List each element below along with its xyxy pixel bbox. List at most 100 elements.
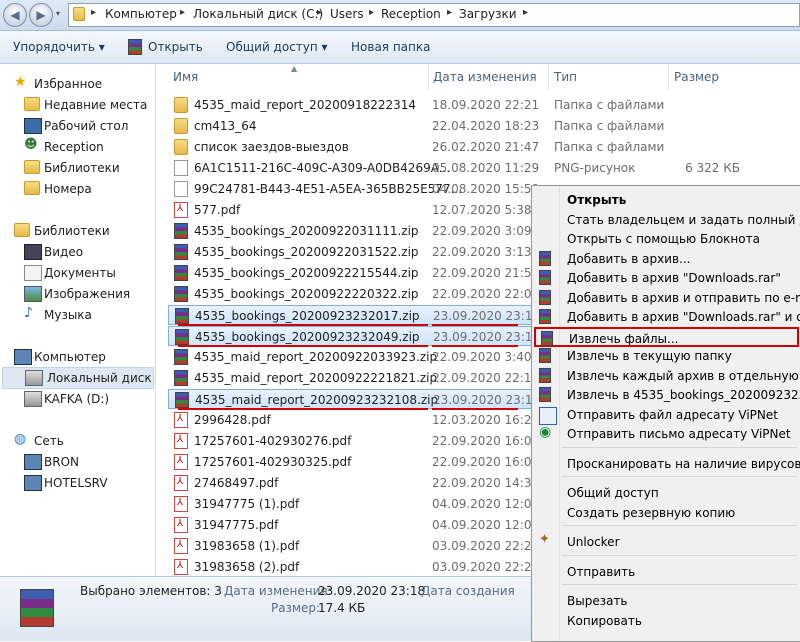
menu-item[interactable]: ◉ Отправить письмо адресату ViPNet: [534, 424, 799, 444]
file-name: 4535_maid_report_20200918222314: [194, 98, 417, 112]
column-divider[interactable]: [668, 64, 669, 90]
computer-icon: [24, 454, 42, 470]
rar-icon: [174, 244, 188, 260]
file-name: 4535_maid_report_20200923232108.zip: [195, 393, 439, 407]
file-name: 31983658 (1).pdf: [194, 539, 300, 553]
file-name: 27468497.pdf: [194, 476, 279, 490]
file-type: Папка с файлами: [554, 98, 665, 112]
history-dropdown-icon[interactable]: ▾: [56, 9, 60, 18]
crumb-computer[interactable]: Компьютер: [105, 7, 177, 21]
libraries-icon: [24, 160, 40, 174]
crumb-drive[interactable]: Локальный диск (C:): [193, 7, 323, 21]
file-date: 22.09.2020 3:13: [432, 245, 532, 259]
nav-local-disk-c[interactable]: Локальный диск (C: [2, 367, 155, 389]
menu-item[interactable]: Добавить в архив "Downloads.rar" и отпра…: [534, 307, 800, 327]
file-name: 4535_bookings_20200922031522.zip: [194, 245, 419, 259]
chevron-right-icon[interactable]: ▸: [317, 7, 322, 18]
menu-item[interactable]: Копировать: [534, 611, 799, 631]
rar-icon: [174, 286, 188, 302]
menu-item[interactable]: Открыть: [534, 190, 799, 210]
rar-icon: [539, 348, 551, 363]
vipnet-icon: [539, 406, 557, 425]
crumb-users[interactable]: Users: [330, 7, 364, 21]
menu-item[interactable]: Извлечь в текущую папку: [534, 346, 799, 366]
menu-item[interactable]: Извлечь файлы...: [534, 326, 799, 347]
chevron-right-icon[interactable]: ▸: [523, 7, 528, 18]
crumb-reception[interactable]: Reception: [381, 7, 441, 21]
file-row[interactable]: 4535_maid_report_20200918222314 18.09.202…: [168, 95, 788, 115]
pdf-icon: [174, 412, 188, 428]
breadcrumb[interactable]: ▸ Компьютер ▸ Локальный диск (C:) ▸ User…: [68, 3, 800, 27]
file-name: 4535_bookings_20200923232017.zip: [195, 309, 420, 323]
file-date: 22.09.2020 3:40: [432, 350, 532, 364]
menu-item[interactable]: Отправить: [534, 562, 799, 582]
chevron-right-icon[interactable]: ▸: [447, 7, 452, 18]
file-name: 4535_maid_report_20200922221821.zip: [194, 371, 438, 385]
menu-item[interactable]: Просканировать на наличие вирусов...: [534, 454, 800, 474]
chevron-right-icon[interactable]: ▸: [369, 7, 374, 18]
desktop-icon: [24, 118, 42, 134]
pdf-icon: [174, 475, 188, 491]
folder-icon: [174, 139, 188, 155]
column-divider[interactable]: [548, 64, 549, 90]
menu-item-label: Вырезать: [567, 594, 628, 608]
file-date: 22.09.2020 22:01: [432, 287, 540, 301]
share-button[interactable]: Общий доступ ▾: [226, 40, 328, 54]
menu-item[interactable]: Добавить в архив...: [534, 249, 799, 269]
file-date: 23.09.2020 23:19: [433, 330, 541, 344]
back-icon[interactable]: ◀: [3, 3, 27, 27]
rar-icon: [539, 289, 551, 305]
selected-count: Выбрано элементов: 3: [80, 584, 222, 598]
menu-item[interactable]: Извлечь в 4535_bookings_20200923232017\: [534, 385, 800, 405]
menu-item[interactable]: Общий доступ: [534, 483, 799, 503]
menu-item[interactable]: Добавить в архив и отправить по e-mail..…: [534, 288, 800, 308]
rar-icon: [539, 270, 551, 285]
column-header-date[interactable]: Дата изменения: [433, 70, 537, 84]
column-header-size[interactable]: Размер: [674, 70, 719, 84]
nav-label: Компьютер: [34, 350, 106, 364]
file-date: 23.09.2020 23:18: [433, 309, 541, 323]
nav-label: Библиотеки: [34, 224, 110, 238]
rar-icon: [539, 309, 551, 324]
file-date: 05.08.2020 11:29: [432, 161, 540, 175]
menu-item[interactable]: Стать владельцем и задать полный доступ: [534, 210, 800, 230]
menu-item[interactable]: Создать резервную копию: [534, 503, 799, 523]
column-header-type[interactable]: Тип: [554, 70, 577, 84]
pdf-icon: [174, 496, 188, 512]
menu-item[interactable]: ✦ Unlocker: [534, 532, 799, 552]
file-date: 12.07.2020 5:38: [432, 203, 532, 217]
chevron-right-icon[interactable]: ▸: [180, 7, 185, 18]
crumb-downloads[interactable]: Загрузки: [459, 7, 517, 21]
nav-label: BRON: [44, 455, 79, 469]
file-row[interactable]: список заездов-выездов 26.02.2020 21:47 Па…: [168, 137, 788, 157]
organize-button[interactable]: Упорядочить ▾: [13, 40, 105, 54]
menu-item[interactable]: Вырезать: [534, 591, 799, 611]
context-menu: Открыть Стать владельцем и задать полный …: [531, 185, 800, 642]
forward-icon[interactable]: ▶: [29, 3, 53, 27]
size-value: 17.4 КБ: [318, 601, 366, 615]
column-header-name[interactable]: Имя: [173, 70, 198, 84]
file-name: 4535_bookings_20200923232049.zip: [195, 330, 420, 344]
file-name: 17257601-402930276.pdf: [194, 434, 352, 448]
file-name: 4535_bookings_20200922031111.zip: [194, 224, 419, 238]
menu-item[interactable]: Добавить в архив "Downloads.rar": [534, 268, 799, 288]
file-type: Папка с файлами: [554, 140, 665, 154]
menu-item[interactable]: Извлечь каждый архив в отдельную папку: [534, 366, 800, 386]
computer-icon: [14, 349, 32, 365]
menu-item[interactable]: Отправить файл адресату ViPNet: [534, 405, 799, 425]
created-label: Дата создания: [421, 584, 515, 598]
rar-icon: [174, 223, 188, 239]
open-button[interactable]: Открыть: [148, 40, 203, 54]
pdf-icon: [174, 433, 188, 449]
nav-label: Номера: [44, 182, 92, 196]
nav-label: KAFKA (D:): [44, 392, 110, 406]
column-divider[interactable]: [428, 64, 429, 90]
file-row[interactable]: cm413_64 22.04.2020 18:23 Папка с файлами: [168, 116, 788, 136]
menu-item[interactable]: Открыть с помощью Блокнота: [534, 229, 799, 249]
file-date: 04.08.2020 15:50: [432, 182, 540, 196]
navigation-pane: ★ Избранное Недавние места Рабочий стол …: [0, 64, 156, 576]
file-row[interactable]: 6A1C1511-216C-409C-A309-A0DB4269A... 05.0…: [168, 158, 788, 178]
file-name: 17257601-402930325.pdf: [194, 455, 352, 469]
new-folder-button[interactable]: Новая папка: [351, 40, 430, 54]
chevron-right-icon[interactable]: ▸: [91, 7, 96, 18]
